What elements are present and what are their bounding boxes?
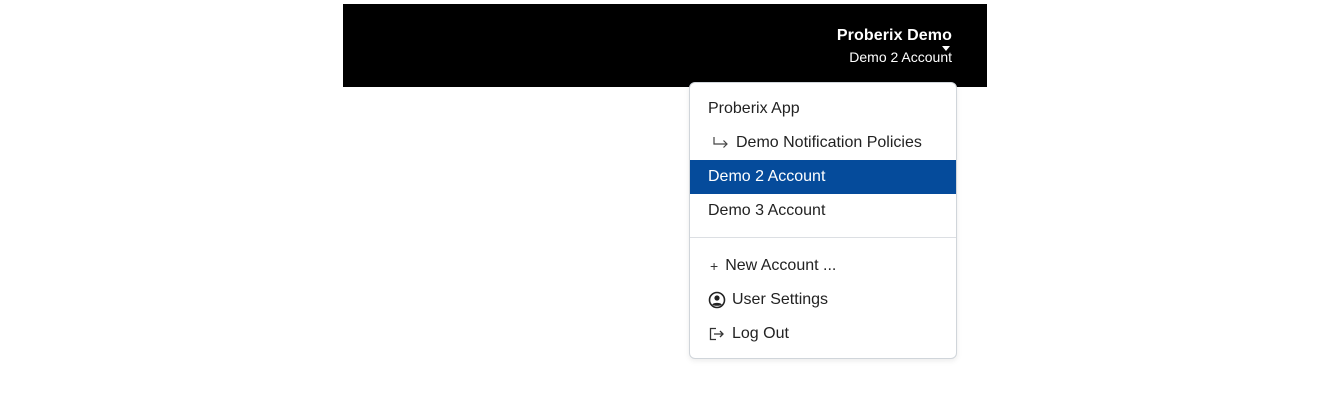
user-circle-icon: [708, 291, 726, 309]
log-out-button[interactable]: Log Out: [690, 317, 956, 351]
return-arrow-icon: [712, 136, 730, 150]
menu-item-label: Demo 2 Account: [708, 168, 826, 185]
menu-item-label: User Settings: [732, 291, 829, 308]
caret-down-icon[interactable]: [942, 46, 950, 51]
menu-item-label: Proberix App: [708, 100, 800, 117]
menu-item-label: Demo Notification Policies: [736, 134, 922, 151]
user-settings-button[interactable]: User Settings: [690, 283, 956, 317]
menu-item-label: Log Out: [732, 325, 789, 342]
current-account-name: Demo 2 Account: [849, 49, 952, 65]
logout-icon: [708, 326, 726, 342]
new-account-button[interactable]: + New Account ...: [690, 249, 956, 283]
menu-item-proberix-app[interactable]: Proberix App: [690, 92, 956, 126]
top-navbar: Proberix Demo Demo 2 Account: [343, 4, 987, 87]
menu-item-label: New Account ...: [725, 257, 837, 275]
user-name: Proberix Demo: [836, 27, 952, 44]
menu-item-label: Demo 3 Account: [708, 202, 826, 219]
user-menu-toggle[interactable]: Proberix Demo Demo 2 Account: [837, 26, 952, 66]
menu-item-demo-2-account[interactable]: Demo 2 Account: [690, 160, 956, 194]
account-dropdown-menu: Proberix App Demo Notification Policies …: [689, 82, 957, 359]
plus-icon: +: [710, 258, 719, 274]
menu-item-demo-notification-policies[interactable]: Demo Notification Policies: [690, 126, 956, 160]
menu-item-demo-3-account[interactable]: Demo 3 Account: [690, 194, 956, 228]
menu-divider: [690, 237, 956, 238]
